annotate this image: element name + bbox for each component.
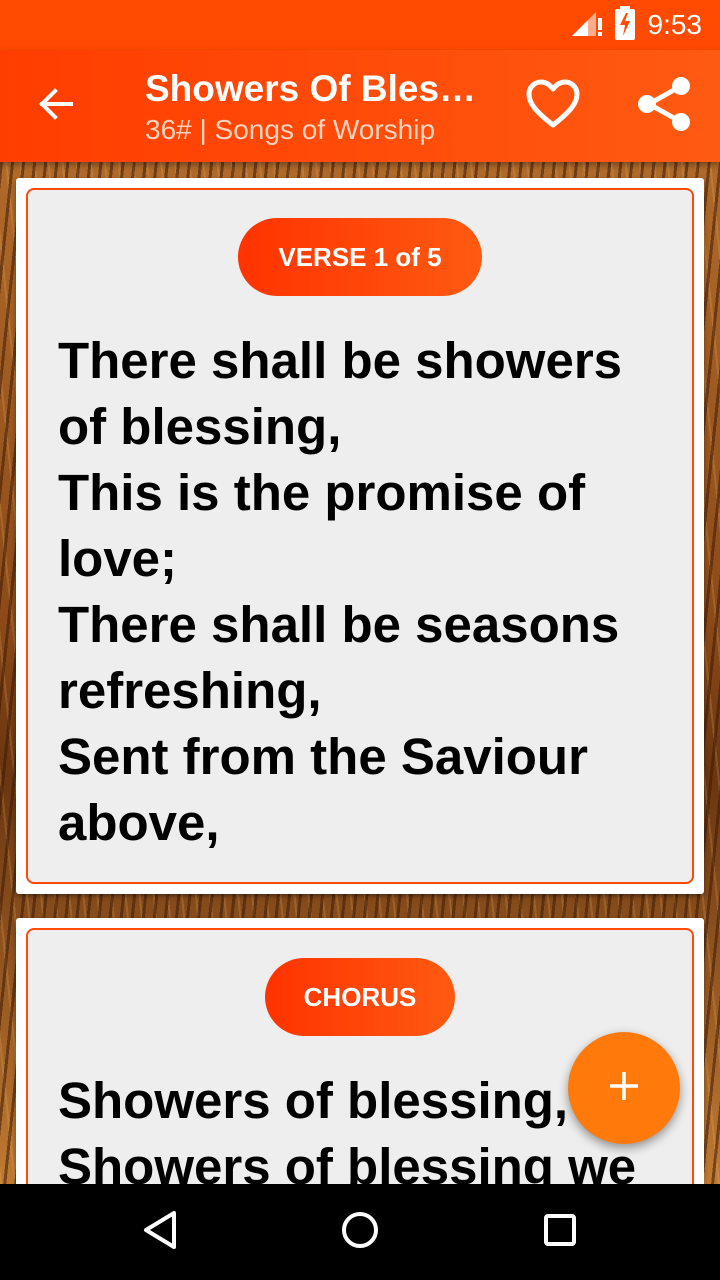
status-bar: 9:53 bbox=[0, 0, 720, 50]
signal-icon bbox=[570, 8, 604, 43]
heart-outline-icon bbox=[525, 79, 581, 134]
app-bar: Showers Of Bles… 36# | Songs of Worship bbox=[0, 50, 720, 162]
arrow-back-icon bbox=[38, 86, 74, 127]
system-nav-bar bbox=[0, 1184, 720, 1280]
back-button[interactable] bbox=[26, 80, 86, 132]
share-button[interactable] bbox=[632, 74, 696, 138]
verse-card-frame: VERSE 1 of 5 There shall be showers of b… bbox=[26, 188, 694, 884]
lyric-line: love; bbox=[58, 530, 178, 587]
recents-square-icon bbox=[542, 1212, 578, 1253]
chorus-label-badge: CHORUS bbox=[265, 958, 455, 1036]
favorite-button[interactable] bbox=[520, 76, 586, 136]
verse-label-badge: VERSE 1 of 5 bbox=[238, 218, 482, 296]
home-circle-icon bbox=[340, 1210, 380, 1255]
back-triangle-icon bbox=[140, 1209, 180, 1256]
lyric-line: Sent from the Saviour bbox=[58, 728, 588, 785]
title-block: Showers Of Bles… 36# | Songs of Worship bbox=[145, 66, 485, 148]
lyric-line: above, bbox=[58, 794, 220, 851]
status-time: 9:53 bbox=[647, 9, 703, 40]
page-title: Showers Of Bles… bbox=[145, 68, 477, 109]
verse-lyrics: There shall be showers of blessing, This… bbox=[58, 328, 666, 856]
page-subtitle: 36# | Songs of Worship bbox=[145, 114, 436, 145]
lyric-line: refreshing, bbox=[58, 662, 322, 719]
lyric-line: of blessing, bbox=[58, 398, 342, 455]
lyric-line: There shall be showers bbox=[58, 332, 623, 389]
lyric-line: There shall be seasons bbox=[58, 596, 620, 653]
share-icon bbox=[637, 76, 691, 137]
nav-back-button[interactable] bbox=[125, 1202, 195, 1262]
nav-home-button[interactable] bbox=[325, 1202, 395, 1262]
lyric-line: This is the promise of bbox=[58, 464, 586, 521]
verse-card: VERSE 1 of 5 There shall be showers of b… bbox=[16, 178, 704, 894]
battery-charging-icon bbox=[614, 5, 636, 45]
plus-icon bbox=[607, 1069, 641, 1108]
nav-recents-button[interactable] bbox=[525, 1202, 595, 1262]
add-fab-button[interactable] bbox=[568, 1032, 680, 1144]
